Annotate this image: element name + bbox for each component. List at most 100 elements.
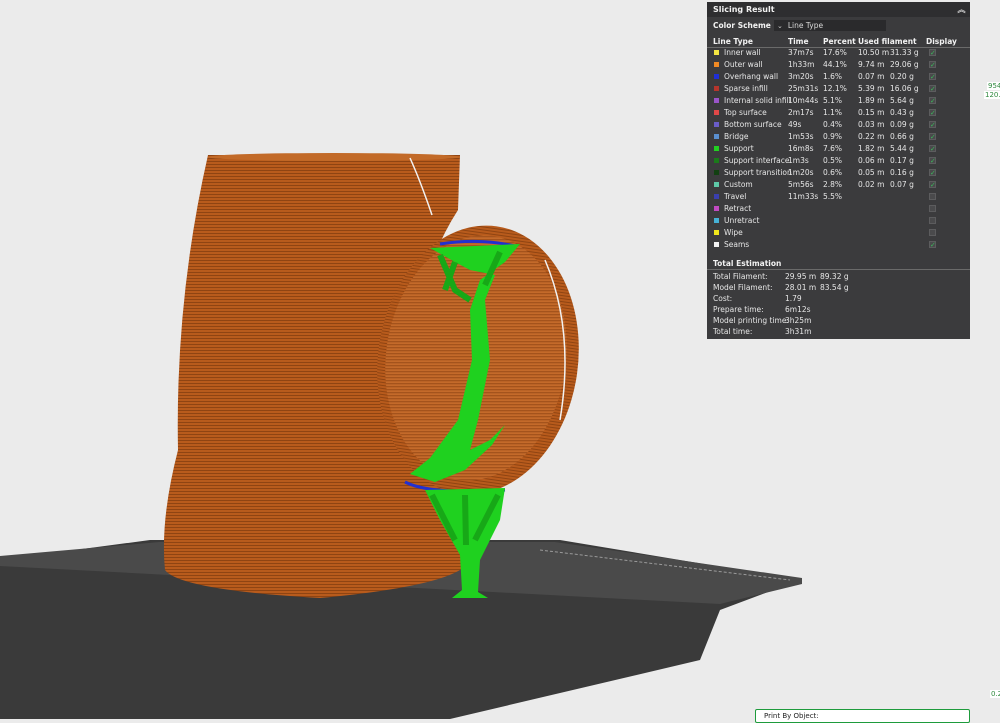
color-swatch [714, 62, 719, 67]
color-swatch [714, 218, 719, 223]
cell-name: Outer wall [724, 60, 763, 69]
color-swatch [714, 146, 719, 151]
line-type-row: Outer wall 1h33m 44.1% 9.74 m 29.06 g ✓ [707, 59, 970, 71]
cell-name: Bottom surface [724, 120, 782, 129]
cell-weight: 31.33 g [890, 48, 919, 57]
display-checkbox[interactable]: ✓ [929, 109, 936, 117]
total-value: 29.95 m [785, 272, 817, 281]
display-checkbox[interactable]: ✓ [929, 169, 936, 177]
color-scheme-row: Color Scheme ⌄ Line Type [713, 20, 886, 31]
color-swatch [714, 206, 719, 211]
cell-weight: 5.44 g [890, 144, 914, 153]
display-checkbox[interactable] [929, 193, 936, 200]
display-checkbox[interactable]: ✓ [929, 121, 936, 129]
cell-name: Support interface [724, 156, 790, 165]
line-type-row: Bottom surface 49s 0.4% 0.03 m 0.09 g ✓ [707, 119, 970, 131]
cell-length: 0.15 m [858, 108, 885, 117]
cell-time: 49s [788, 120, 802, 129]
line-type-row: Top surface 2m17s 1.1% 0.15 m 0.43 g ✓ [707, 107, 970, 119]
display-checkbox[interactable]: ✓ [929, 73, 936, 81]
cell-length: 0.06 m [858, 156, 885, 165]
cell-percent: 5.1% [823, 96, 843, 105]
cell-name: Travel [724, 192, 747, 201]
total-row: Cost: 1.79 [707, 294, 970, 305]
cell-weight: 0.66 g [890, 132, 914, 141]
cell-length: 9.74 m [858, 60, 885, 69]
cell-length: 0.03 m [858, 120, 885, 129]
cell-time: 1h33m [788, 60, 815, 69]
cell-weight: 29.06 g [890, 60, 919, 69]
line-type-row: Internal solid infill 10m44s 5.1% 1.89 m 5.6… [707, 95, 970, 107]
cell-name: Top surface [724, 108, 767, 117]
total-value: 28.01 m [785, 283, 817, 292]
cell-name: Overhang wall [724, 72, 779, 81]
cell-time: 2m17s [788, 108, 814, 117]
color-swatch [714, 74, 719, 79]
cell-length: 0.07 m [858, 72, 885, 81]
edge-readout-top-a: 954 [987, 82, 1000, 90]
cell-time: 10m44s [788, 96, 819, 105]
total-label: Cost: [713, 294, 733, 303]
color-scheme-dropdown[interactable]: ⌄ Line Type [774, 20, 886, 31]
total-value: 3h25m [785, 316, 812, 325]
cell-percent: 0.4% [823, 120, 843, 129]
cell-time: 1m53s [788, 132, 814, 141]
cell-name: Seams [724, 240, 750, 249]
cell-name: Unretract [724, 216, 760, 225]
cell-percent: 0.6% [823, 168, 843, 177]
display-checkbox[interactable]: ✓ [929, 181, 936, 189]
print-by-object-bar[interactable]: Print By Object: [755, 709, 970, 723]
total-row: Model Filament: 28.01 m 83.54 g [707, 283, 970, 294]
cell-name: Wipe [724, 228, 743, 237]
line-type-row: Bridge 1m53s 0.9% 0.22 m 0.66 g ✓ [707, 131, 970, 143]
line-type-row: Custom 5m56s 2.8% 0.02 m 0.07 g ✓ [707, 179, 970, 191]
display-checkbox[interactable]: ✓ [929, 97, 936, 105]
cell-time: 16m8s [788, 144, 814, 153]
display-checkbox[interactable] [929, 205, 936, 212]
cell-name: Bridge [724, 132, 749, 141]
total-row: Model printing time: 3h25m [707, 316, 970, 327]
cell-weight: 16.06 g [890, 84, 919, 93]
collapse-icon[interactable]: ︽ [957, 5, 966, 14]
cell-name: Custom [724, 180, 753, 189]
display-checkbox[interactable]: ✓ [929, 145, 936, 153]
display-checkbox[interactable] [929, 217, 936, 224]
display-checkbox[interactable]: ✓ [929, 133, 936, 141]
display-checkbox[interactable]: ✓ [929, 49, 936, 57]
color-swatch [714, 110, 719, 115]
cell-name: Retract [724, 204, 752, 213]
cell-weight: 5.64 g [890, 96, 914, 105]
vase-top-rim [208, 153, 460, 161]
display-checkbox[interactable]: ✓ [929, 157, 936, 165]
cell-name: Inner wall [724, 48, 761, 57]
col-time: Time [788, 37, 809, 46]
total-label: Model printing time: [713, 316, 789, 325]
total-label: Prepare time: [713, 305, 764, 314]
line-type-row: Support transition 1m20s 0.6% 0.05 m 0.16 g ✓ [707, 167, 970, 179]
display-checkbox[interactable]: ✓ [929, 85, 936, 93]
panel-header: Slicing Result ︽ [707, 2, 970, 17]
cell-percent: 0.5% [823, 156, 843, 165]
line-type-row: Wipe [707, 227, 970, 239]
cell-weight: 0.43 g [890, 108, 914, 117]
cell-weight: 0.07 g [890, 180, 914, 189]
line-type-row: Sparse infill 25m31s 12.1% 5.39 m 16.06 g ✓ [707, 83, 970, 95]
total-label: Total time: [713, 327, 753, 336]
edge-readout-top-b: 120.0 [984, 91, 1000, 99]
cell-length: 5.39 m [858, 84, 885, 93]
edge-readout-bottom: 0.2 [990, 690, 1000, 698]
display-checkbox[interactable] [929, 229, 936, 236]
color-scheme-value: Line Type [787, 21, 824, 30]
line-type-row: Unretract [707, 215, 970, 227]
total-value: 1.79 [785, 294, 802, 303]
color-swatch [714, 194, 719, 199]
color-swatch [714, 170, 719, 175]
cell-percent: 1.1% [823, 108, 843, 117]
cell-length: 0.22 m [858, 132, 885, 141]
cell-length: 1.82 m [858, 144, 885, 153]
display-checkbox[interactable]: ✓ [929, 61, 936, 69]
cell-percent: 17.6% [823, 48, 847, 57]
line-type-row: Support interface 1m3s 0.5% 0.06 m 0.17 g ✓ [707, 155, 970, 167]
col-percent: Percent [823, 37, 856, 46]
display-checkbox[interactable]: ✓ [929, 241, 936, 249]
